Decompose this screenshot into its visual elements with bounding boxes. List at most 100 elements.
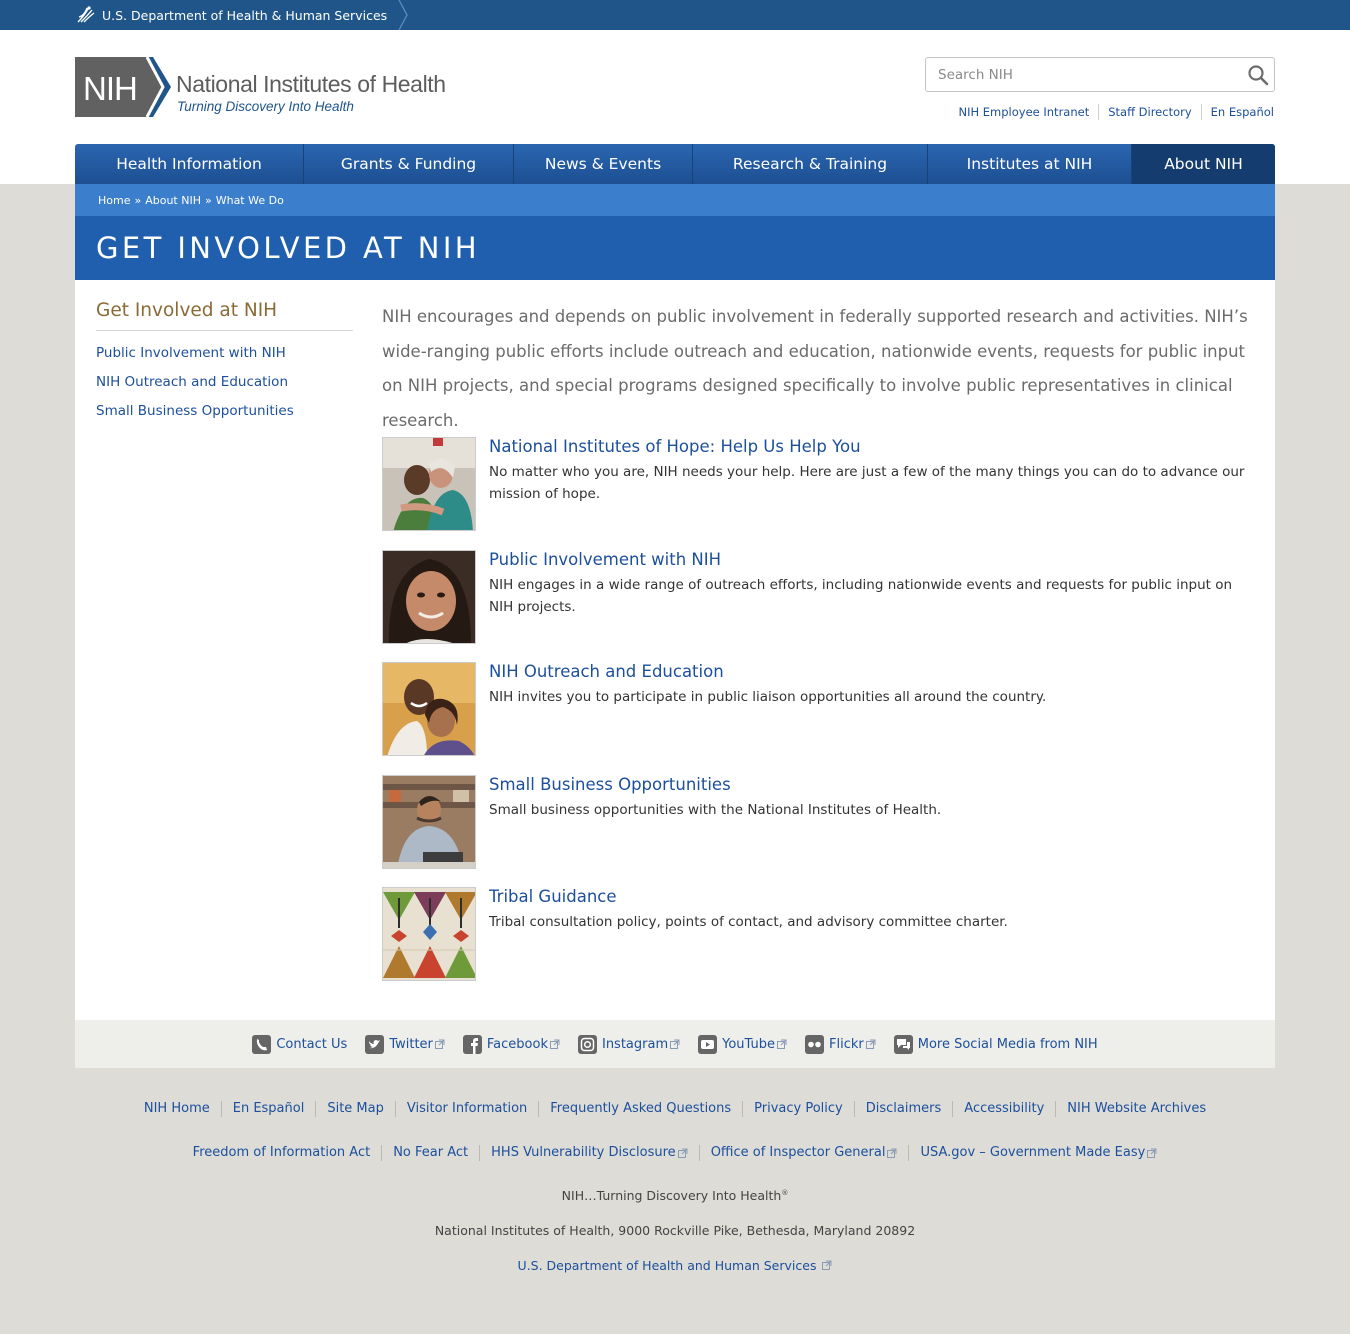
- external-link-icon: [865, 1039, 876, 1049]
- footer-hhs-link[interactable]: U.S. Department of Health and Human Serv…: [518, 1258, 833, 1273]
- flickr-link[interactable]: Flickr: [805, 1034, 876, 1054]
- list-item: Public Involvement with NIH NIH engages …: [382, 549, 1252, 663]
- nav-news-events[interactable]: News & Events: [514, 144, 693, 184]
- youtube-link[interactable]: YouTube: [698, 1034, 787, 1054]
- flickr-label: Flickr: [829, 1036, 864, 1052]
- footer-archives[interactable]: NIH Website Archives: [1055, 1101, 1217, 1117]
- footer-usagov-label: USA.gov – Government Made Easy: [920, 1145, 1146, 1160]
- external-link-icon: [1147, 1148, 1157, 1158]
- footer-oig[interactable]: Office of Inspector General: [698, 1145, 909, 1161]
- entry-thumbnail-hope[interactable]: [382, 437, 476, 531]
- footer-tagline-text: NIH…Turning Discovery Into Health: [561, 1188, 782, 1203]
- breadcrumb-about[interactable]: About NIH: [145, 194, 201, 207]
- sidebar-item-public-involvement[interactable]: Public Involvement with NIH: [96, 345, 353, 361]
- contact-us-link[interactable]: Contact Us: [252, 1034, 347, 1054]
- employee-intranet-link[interactable]: NIH Employee Intranet: [949, 104, 1098, 120]
- facebook-link[interactable]: Facebook: [462, 1034, 560, 1054]
- intro-text: NIH encourages and depends on public inv…: [382, 307, 1248, 430]
- instagram-label: Instagram: [601, 1036, 669, 1052]
- photo-image: [383, 775, 475, 868]
- external-link-icon: [677, 1148, 688, 1158]
- entry-description: Tribal consultation policy, points of co…: [489, 914, 1008, 930]
- external-link-icon: [670, 1039, 680, 1049]
- footer-tagline: NIH…Turning Discovery Into Health®: [0, 1188, 1350, 1203]
- entry-description: NIH engages in a wide range of outreach …: [489, 576, 1233, 615]
- search-icon[interactable]: [1247, 64, 1269, 86]
- main-content: Get Involved at NIH Public Involvement w…: [75, 280, 1275, 1020]
- logo-org-name: National Institutes of Health: [176, 71, 446, 97]
- chevron-right-icon: [398, 0, 408, 30]
- nav-about-nih[interactable]: About NIH: [1132, 144, 1275, 184]
- external-link-icon: [434, 1039, 445, 1049]
- footer-espanol[interactable]: En Español: [220, 1101, 316, 1117]
- footer-hhs-label: U.S. Department of Health and Human Serv…: [517, 1258, 817, 1273]
- nih-logo-mark: NIH: [75, 57, 171, 117]
- breadcrumb-what-we-do[interactable]: What We Do: [216, 194, 284, 207]
- footer-accessibility[interactable]: Accessibility: [952, 1101, 1055, 1117]
- social-bar: Contact Us Twitter Facebook Instagram Yo…: [75, 1020, 1275, 1068]
- twitter-icon: [365, 1034, 385, 1054]
- hhs-bar: U.S. Department of Health & Human Servic…: [0, 0, 1350, 30]
- footer-usagov[interactable]: USA.gov – Government Made Easy: [908, 1145, 1168, 1161]
- footer-faq[interactable]: Frequently Asked Questions: [538, 1101, 742, 1117]
- entry-list: National Institutes of Hope: Help Us Hel…: [382, 437, 1252, 1000]
- entry-title[interactable]: National Institutes of Hope: Help Us Hel…: [489, 437, 861, 456]
- entry-thumbnail-outreach[interactable]: [382, 662, 476, 756]
- footer-site-map[interactable]: Site Map: [315, 1101, 395, 1117]
- entry-description: No matter who you are, NIH needs your he…: [489, 464, 1245, 502]
- nav-research-training[interactable]: Research & Training: [693, 144, 928, 184]
- beadwork-image: [383, 888, 475, 980]
- hhs-link[interactable]: U.S. Department of Health & Human Servic…: [75, 0, 409, 30]
- staff-directory-link[interactable]: Staff Directory: [1098, 104, 1200, 120]
- sidebar-item-outreach[interactable]: NIH Outreach and Education: [96, 374, 353, 390]
- entry-thumbnail-small-business[interactable]: [382, 774, 476, 869]
- footer-hhs-vuln[interactable]: HHS Vulnerability Disclosure: [479, 1145, 699, 1161]
- footer-nih-home[interactable]: NIH Home: [133, 1101, 221, 1117]
- entry-title[interactable]: NIH Outreach and Education: [489, 662, 724, 681]
- search-input[interactable]: [927, 59, 1237, 90]
- flickr-icon: [805, 1034, 824, 1054]
- hhs-label: U.S. Department of Health & Human Servic…: [102, 7, 388, 23]
- entry-title[interactable]: Small Business Opportunities: [489, 775, 731, 794]
- youtube-label: YouTube: [722, 1036, 775, 1052]
- external-link-icon: [777, 1039, 787, 1049]
- instagram-link[interactable]: Instagram: [577, 1034, 680, 1054]
- hhs-eagle-icon: [77, 6, 95, 23]
- nav-health-information[interactable]: Health Information: [75, 144, 304, 184]
- footer-foia[interactable]: Freedom of Information Act: [182, 1145, 382, 1161]
- facebook-label: Facebook: [486, 1036, 548, 1052]
- trademark-symbol: ®: [781, 1188, 789, 1197]
- page-title: GET INVOLVED AT NIH: [96, 231, 480, 265]
- more-social-link[interactable]: More Social Media from NIH: [893, 1034, 1098, 1054]
- espanol-link[interactable]: En Español: [1200, 104, 1275, 120]
- sidebar-item-small-business[interactable]: Small Business Opportunities: [96, 403, 353, 419]
- entry-title[interactable]: Tribal Guidance: [489, 887, 617, 906]
- footer-privacy[interactable]: Privacy Policy: [742, 1101, 854, 1117]
- sidebar-title: Get Involved at NIH: [96, 300, 353, 331]
- footer-visitor-info[interactable]: Visitor Information: [394, 1101, 538, 1117]
- photo-image: [383, 438, 475, 530]
- nih-logo[interactable]: NIH National Institutes of Health Turnin…: [75, 57, 475, 119]
- utility-links: NIH Employee Intranet Staff Directory En…: [949, 104, 1275, 120]
- footer-links-secondary: Freedom of Information Act No Fear Act H…: [0, 1145, 1350, 1161]
- entry-title[interactable]: Public Involvement with NIH: [489, 550, 721, 569]
- nav-grants-funding[interactable]: Grants & Funding: [304, 144, 514, 184]
- breadcrumb-separator: »: [134, 193, 142, 207]
- entry-thumbnail-tribal[interactable]: [382, 887, 476, 981]
- external-link-icon: [822, 1260, 832, 1270]
- footer-links-primary: NIH Home En Español Site Map Visitor Inf…: [0, 1101, 1350, 1117]
- sidebar: Get Involved at NIH Public Involvement w…: [96, 300, 353, 419]
- logo-abbr: NIH: [83, 70, 137, 107]
- footer-oig-label: Office of Inspector General: [710, 1145, 886, 1160]
- photo-image: [383, 663, 475, 755]
- footer-no-fear[interactable]: No Fear Act: [381, 1145, 479, 1161]
- list-item: Tribal Guidance Tribal consultation poli…: [382, 887, 1252, 1000]
- footer-disclaimers[interactable]: Disclaimers: [853, 1101, 953, 1117]
- instagram-icon: [577, 1034, 597, 1054]
- nav-institutes[interactable]: Institutes at NIH: [928, 144, 1132, 184]
- page-title-band: GET INVOLVED AT NIH: [75, 216, 1275, 280]
- breadcrumb-home[interactable]: Home: [98, 194, 130, 207]
- entry-thumbnail-public[interactable]: [382, 549, 476, 644]
- twitter-link[interactable]: Twitter: [365, 1034, 445, 1054]
- photo-image: [383, 550, 475, 643]
